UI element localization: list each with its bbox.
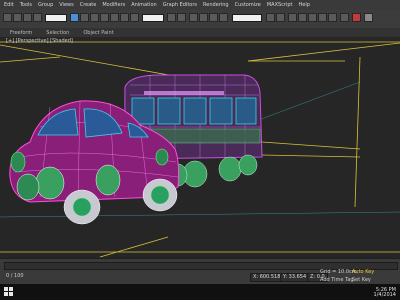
menu-help[interactable]: Help: [299, 2, 310, 8]
menu-maxscript[interactable]: MAXScript: [267, 2, 293, 8]
undo-icon[interactable]: [3, 13, 12, 22]
align-icon[interactable]: [276, 13, 285, 22]
add-time-tag-label[interactable]: Add Time Tag: [320, 277, 354, 283]
percent-snap-icon[interactable]: [209, 13, 218, 22]
tab-object-paint[interactable]: Object Paint: [83, 30, 113, 36]
menu-customize[interactable]: Customize: [235, 2, 261, 8]
reference-coordinate-dropdown[interactable]: [142, 14, 164, 22]
menu-graph-editors[interactable]: Graph Editors: [163, 2, 197, 8]
menu-rendering[interactable]: Rendering: [203, 2, 229, 8]
perspective-viewport[interactable]: [+] [Perspective] [Shaded]: [0, 37, 400, 258]
status-bar: 0 / 100 X: 600.518 Y: 33.654 Z: 0.0 Grid…: [0, 258, 400, 285]
menu-group[interactable]: Group: [38, 2, 53, 8]
windows-start-icon[interactable]: [4, 287, 14, 297]
scale-icon[interactable]: [130, 13, 139, 22]
unlink-icon[interactable]: [33, 13, 42, 22]
redo-icon[interactable]: [13, 13, 22, 22]
menu-bar: Edit Tools Group Views Create Modifiers …: [0, 0, 400, 10]
select-object-icon[interactable]: [70, 13, 79, 22]
named-selection-sets-field[interactable]: [232, 14, 262, 22]
layer-manager-icon[interactable]: [288, 13, 297, 22]
set-key-button[interactable]: Set Key: [352, 277, 371, 283]
frame-counter: 0 / 100: [6, 273, 24, 279]
render-production-icon[interactable]: [364, 13, 373, 22]
wireframe-scene: [0, 41, 400, 258]
mirror-icon[interactable]: [266, 13, 275, 22]
snaps-toggle-icon[interactable]: [189, 13, 198, 22]
select-by-name-icon[interactable]: [80, 13, 89, 22]
menu-create[interactable]: Create: [80, 2, 97, 8]
clock-date: 1/4/2014: [373, 292, 396, 298]
menu-modifiers[interactable]: Modifiers: [102, 2, 125, 8]
rectangular-selection-icon[interactable]: [90, 13, 99, 22]
manipulate-icon[interactable]: [177, 13, 186, 22]
menu-tools[interactable]: Tools: [20, 2, 32, 8]
move-icon[interactable]: [110, 13, 119, 22]
window-crossing-icon[interactable]: [100, 13, 109, 22]
tab-freeform[interactable]: Freeform: [10, 30, 32, 36]
menu-views[interactable]: Views: [59, 2, 73, 8]
schematic-view-icon[interactable]: [318, 13, 327, 22]
ribbon-tabs: Freeform Selection Object Paint: [0, 28, 400, 37]
pivot-center-icon[interactable]: [167, 13, 176, 22]
render-setup-icon[interactable]: [340, 13, 349, 22]
y-coordinate-field[interactable]: Y: 33.654: [280, 273, 310, 282]
system-clock[interactable]: 5:26 PM 1/4/2014: [374, 288, 396, 298]
rotate-icon[interactable]: [120, 13, 129, 22]
main-toolbar: [0, 10, 400, 29]
selection-filter-dropdown[interactable]: [45, 14, 67, 22]
auto-key-button[interactable]: Auto Key: [352, 269, 374, 275]
viewport-label[interactable]: [+] [Perspective] [Shaded]: [6, 38, 73, 44]
tab-selection[interactable]: Selection: [46, 30, 69, 36]
curve-editor-icon[interactable]: [308, 13, 317, 22]
material-editor-icon[interactable]: [328, 13, 337, 22]
x-coordinate-field[interactable]: X: 600.518: [250, 273, 284, 282]
menu-edit[interactable]: Edit: [4, 2, 14, 8]
rendered-frame-window-icon[interactable]: [352, 13, 361, 22]
menu-animation[interactable]: Animation: [131, 2, 157, 8]
spinner-snap-icon[interactable]: [219, 13, 228, 22]
windows-taskbar: 5:26 PM 1/4/2014: [0, 284, 400, 300]
link-icon[interactable]: [23, 13, 32, 22]
angle-snap-icon[interactable]: [199, 13, 208, 22]
ribbon-toggle-icon[interactable]: [298, 13, 307, 22]
